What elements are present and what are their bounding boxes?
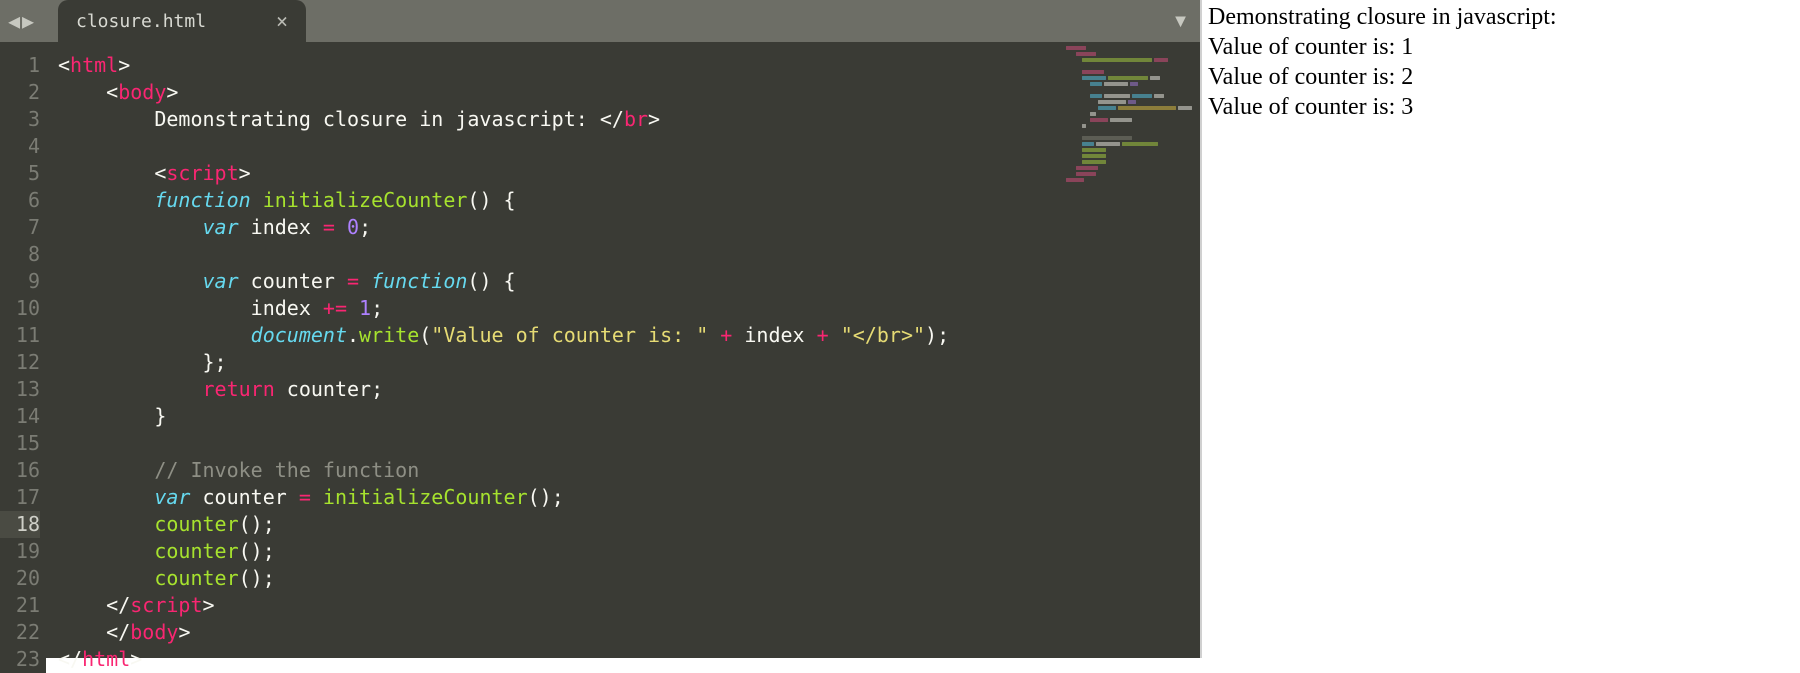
code-area[interactable]: 1234567891011121314151617181920212223 <h… (0, 42, 1200, 673)
code-line: }; (58, 349, 1200, 376)
line-number: 13 (0, 376, 40, 403)
output-line: Value of counter is: 3 (1208, 92, 1794, 122)
line-number: 16 (0, 457, 40, 484)
line-number: 8 (0, 241, 40, 268)
code-line: } (58, 403, 1200, 430)
code-line: counter(); (58, 538, 1200, 565)
code-line: return counter; (58, 376, 1200, 403)
code-line: </body> (58, 619, 1200, 646)
code-line (58, 133, 1200, 160)
close-icon[interactable]: × (276, 11, 288, 31)
tab-strip: ◀ ▶ closure.html × ▼ (0, 0, 1200, 42)
code-line (58, 241, 1200, 268)
code-line: var index = 0; (58, 214, 1200, 241)
code-content[interactable]: <html> <body> Demonstrating closure in j… (46, 42, 1200, 673)
line-number: 22 (0, 619, 40, 646)
line-number: 20 (0, 565, 40, 592)
code-line: counter(); (58, 511, 1200, 538)
nav-forward-icon[interactable]: ▶ (22, 11, 34, 31)
line-number: 10 (0, 295, 40, 322)
line-number: 14 (0, 403, 40, 430)
line-number: 21 (0, 592, 40, 619)
code-line: <script> (58, 160, 1200, 187)
code-line: <html> (58, 52, 1200, 79)
code-line: Demonstrating closure in javascript: </b… (58, 106, 1200, 133)
code-line: // Invoke the function (58, 457, 1200, 484)
tab-menu-caret-icon[interactable]: ▼ (1175, 11, 1186, 32)
line-number: 6 (0, 187, 40, 214)
code-line: </script> (58, 592, 1200, 619)
line-number: 18 (0, 511, 40, 538)
line-number: 2 (0, 79, 40, 106)
code-editor: ◀ ▶ closure.html × ▼ 1234567891011121314… (0, 0, 1200, 658)
code-line: function initializeCounter() { (58, 187, 1200, 214)
code-line: </html> (58, 646, 1200, 673)
line-number: 3 (0, 106, 40, 133)
line-number: 1 (0, 52, 40, 79)
browser-output: Demonstrating closure in javascript:Valu… (1200, 0, 1800, 658)
code-line: <body> (58, 79, 1200, 106)
line-number: 9 (0, 268, 40, 295)
line-number: 11 (0, 322, 40, 349)
code-line: counter(); (58, 565, 1200, 592)
code-line: index += 1; (58, 295, 1200, 322)
code-line: document.write("Value of counter is: " +… (58, 322, 1200, 349)
line-number: 4 (0, 133, 40, 160)
line-number: 23 (0, 646, 40, 673)
tab-closure-html[interactable]: closure.html × (58, 0, 306, 42)
nav-arrows: ◀ ▶ (8, 11, 34, 31)
tab-title: closure.html (76, 11, 206, 32)
nav-back-icon[interactable]: ◀ (8, 11, 20, 31)
code-line (58, 430, 1200, 457)
output-line: Value of counter is: 1 (1208, 32, 1794, 62)
line-number: 12 (0, 349, 40, 376)
line-number: 5 (0, 160, 40, 187)
line-number-gutter: 1234567891011121314151617181920212223 (0, 42, 46, 673)
output-line: Value of counter is: 2 (1208, 62, 1794, 92)
line-number: 17 (0, 484, 40, 511)
line-number: 15 (0, 430, 40, 457)
output-line: Demonstrating closure in javascript: (1208, 2, 1794, 32)
line-number: 7 (0, 214, 40, 241)
code-line: var counter = function() { (58, 268, 1200, 295)
line-number: 19 (0, 538, 40, 565)
code-line: var counter = initializeCounter(); (58, 484, 1200, 511)
